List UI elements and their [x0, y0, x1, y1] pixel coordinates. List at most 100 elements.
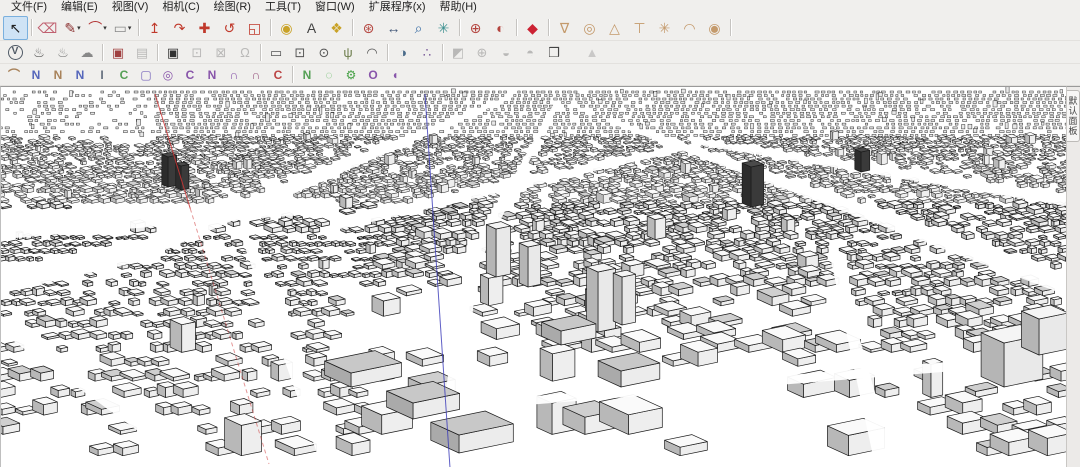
vray-logo-icon: V: [7, 44, 23, 60]
scale-tool-button[interactable]: ◱: [242, 16, 267, 40]
chevron-down-icon[interactable]: ▾: [77, 24, 81, 32]
vray-proxy-sphere-button: ⊕: [470, 42, 494, 63]
oval-tool-button[interactable]: O: [362, 65, 384, 84]
arc-tool-button[interactable]: ⌒ ▾: [85, 16, 110, 40]
oval-tool-icon: O: [368, 67, 378, 82]
zoom-tool-icon: ⌕: [414, 19, 423, 36]
cap-arc-alt-button[interactable]: ∩: [245, 65, 267, 84]
vray-infinite-plane-button[interactable]: ◑: [391, 42, 415, 63]
vray-frame-buffer-button[interactable]: ▣: [106, 42, 130, 63]
line-tool-button[interactable]: ✎ ▾: [60, 16, 85, 40]
main-toolbar: ↖ ⌫ ✎ ▾ ⌒ ▾ ▭ ▾ ↥ ↷ ✚ ↺ ◱ ◉ A ❖ ⊛ ↔ ⌕ ✳ ⊕ ◐ ◆ ∇ ◎ △ ⊤ ✳ ◠ ◉: [0, 15, 1080, 41]
viewport-3d-city[interactable]: [0, 86, 1066, 467]
menu-编辑[interactable]: 编辑(E): [54, 0, 105, 15]
orbit-tool-button[interactable]: ⊛: [356, 16, 381, 40]
zoom-extents-tool-icon: ✳: [437, 19, 450, 36]
3d-warehouse-button[interactable]: ◆: [520, 16, 545, 40]
tray-tab-label: 默认面板: [1067, 96, 1078, 136]
pan-tool-button[interactable]: ↔: [381, 16, 406, 40]
bezier-classic-button[interactable]: N: [69, 65, 91, 84]
position-camera-tool-button[interactable]: ⊕: [463, 16, 488, 40]
chevron-down-icon[interactable]: ▾: [128, 24, 132, 32]
vray-render-button[interactable]: ♨: [27, 42, 51, 63]
menu-帮助[interactable]: 帮助(H): [433, 0, 484, 15]
scale-tool-icon: ◱: [247, 19, 262, 36]
toolbar-separator: [548, 19, 549, 36]
vray-clipper-icon: ◩: [451, 44, 465, 60]
c-curve-red-button[interactable]: C: [267, 65, 289, 84]
menu-扩展程序[interactable]: 扩展程序(x): [362, 0, 433, 15]
vray-asset-editor-button[interactable]: ▣: [161, 42, 185, 63]
bezier-polyline-button[interactable]: N: [47, 65, 69, 84]
teardrop-tool-icon: ◖: [391, 67, 399, 82]
freehand-spline-icon: ⌒: [7, 67, 20, 82]
sandbox-add-detail-button[interactable]: ◠: [677, 16, 702, 40]
vray-omni-light-button[interactable]: ⊡: [288, 42, 312, 63]
look-around-tool-button[interactable]: ◐: [488, 16, 513, 40]
vray-fur-button[interactable]: ψ: [336, 42, 360, 63]
zoom-tool-button[interactable]: ⌕: [406, 16, 431, 40]
push-pull-tool-button[interactable]: ↥: [142, 16, 167, 40]
sandbox-from-scratch-button[interactable]: ◎: [577, 16, 602, 40]
rounded-rectangle-icon: ▢: [140, 67, 152, 82]
vray-scatter-button[interactable]: ∴: [415, 42, 439, 63]
vray-logo-button[interactable]: V: [3, 42, 27, 63]
bezier-segment-button[interactable]: I: [91, 65, 113, 84]
spiral-curve-button[interactable]: ◎: [157, 65, 179, 84]
menu-工具[interactable]: 工具(T): [258, 0, 308, 15]
vray-spot-light-icon: ⊙: [318, 44, 330, 60]
move-tool-button[interactable]: ✚: [192, 16, 217, 40]
vray-asset-editor-icon: ▣: [166, 44, 180, 60]
vray-scatter-icon: ∴: [422, 44, 432, 60]
teardrop-tool-button[interactable]: ◖: [384, 65, 406, 84]
menu-文件[interactable]: 文件(F): [4, 0, 54, 15]
text-tool-icon: A: [306, 19, 317, 36]
rectangle-tool-button[interactable]: ▭ ▾: [110, 16, 135, 40]
n-spline-button[interactable]: N: [201, 65, 223, 84]
rotate-tool-button[interactable]: ↺: [217, 16, 242, 40]
sandbox-from-scratch-icon: ◎: [583, 19, 596, 36]
vray-mesh-light-button[interactable]: ◠: [360, 42, 384, 63]
menu-视图[interactable]: 视图(V): [105, 0, 156, 15]
dashed-circle-tool-button[interactable]: ◌: [318, 65, 340, 84]
menu-绘图[interactable]: 绘图(R): [207, 0, 258, 15]
vray-cloud-render-button[interactable]: ☁: [75, 42, 99, 63]
sandbox-mini-button: ▲: [580, 42, 604, 63]
curve-edit-button[interactable]: N: [296, 65, 318, 84]
curve-settings-wrench-button[interactable]: ⚙: [340, 65, 362, 84]
follow-me-tool-button[interactable]: ↷: [167, 16, 192, 40]
arc-curve-green-button[interactable]: C: [113, 65, 135, 84]
sandbox-flip-edge-button[interactable]: ◉: [702, 16, 727, 40]
vray-render-icon: ♨: [33, 44, 45, 60]
vray-render-interactive-button[interactable]: ♨: [51, 42, 75, 63]
sandbox-from-contours-button[interactable]: ∇: [552, 16, 577, 40]
menu-相机[interactable]: 相机(C): [155, 0, 206, 15]
freehand-spline-button[interactable]: ⌒: [3, 65, 25, 84]
orbit-tool-icon: ⊛: [362, 19, 375, 36]
vray-spot-light-button[interactable]: ⊙: [312, 42, 336, 63]
sandbox-drape-button[interactable]: ✳: [652, 16, 677, 40]
bezier-curve-button[interactable]: N: [25, 65, 47, 84]
curve-settings-wrench-icon: ⚙: [345, 67, 357, 82]
tape-measure-tool-button[interactable]: ◉: [274, 16, 299, 40]
paint-bucket-tool-button[interactable]: ❖: [324, 16, 349, 40]
vray-proxy-cube-button[interactable]: ❒: [542, 42, 566, 63]
cap-arc-icon: ∩: [229, 67, 239, 82]
text-tool-button[interactable]: A: [299, 16, 324, 40]
vray-cloud-window-button: ⊠: [209, 42, 233, 63]
default-tray-tab[interactable]: 默认面板: [1067, 90, 1080, 142]
cap-arc-button[interactable]: ∩: [223, 65, 245, 84]
vray-rect-light-button[interactable]: ▭: [264, 42, 288, 63]
spiral-curve-icon: ◎: [162, 67, 174, 82]
chevron-down-icon[interactable]: ▾: [103, 24, 107, 32]
eraser-tool-button[interactable]: ⌫: [35, 16, 60, 40]
select-tool-button[interactable]: ↖: [3, 15, 28, 40]
position-camera-tool-icon: ⊕: [469, 19, 482, 36]
sandbox-smoove-button[interactable]: △: [602, 16, 627, 40]
zoom-extents-tool-button[interactable]: ✳: [431, 16, 456, 40]
menu-窗口[interactable]: 窗口(W): [308, 0, 362, 15]
rounded-rectangle-button[interactable]: ▢: [135, 65, 157, 84]
vray-clipper-button: ◩: [446, 42, 470, 63]
c-curve-button[interactable]: C: [179, 65, 201, 84]
sandbox-stamp-button[interactable]: ⊤: [627, 16, 652, 40]
